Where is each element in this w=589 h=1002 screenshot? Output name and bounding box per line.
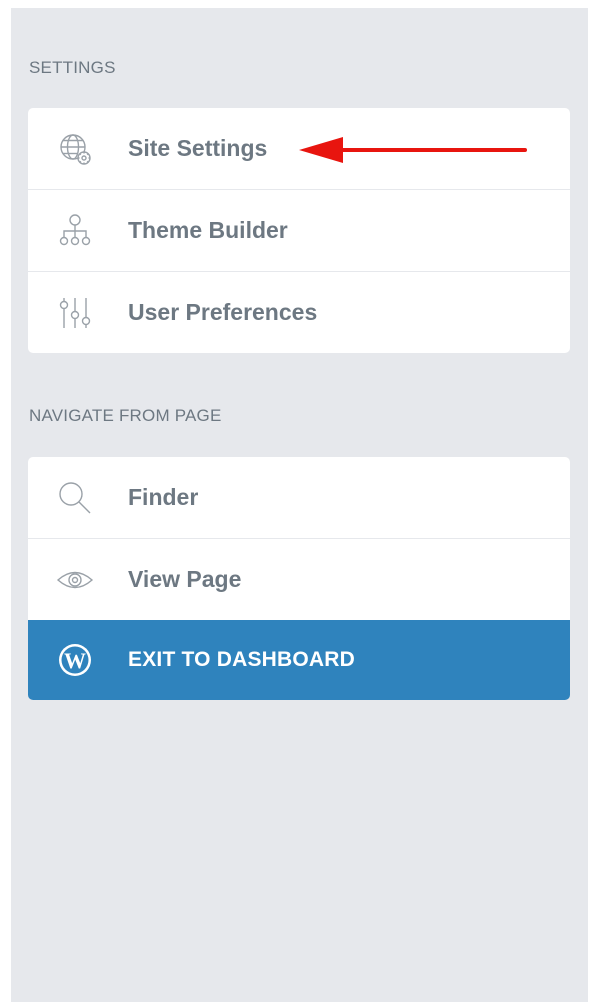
svg-text:W: W (64, 648, 86, 673)
exit-to-dashboard-button[interactable]: W EXIT TO DASHBOARD (28, 620, 570, 700)
eye-icon (55, 560, 95, 600)
menu-item-finder[interactable]: Finder (28, 457, 570, 538)
settings-panel: SETTINGS Site Settings Theme Builder Use… (11, 8, 588, 1002)
wordpress-icon: W (55, 640, 95, 680)
menu-item-view-page[interactable]: View Page (28, 538, 570, 620)
menu-item-theme-builder[interactable]: Theme Builder (28, 189, 570, 271)
menu-item-label: Theme Builder (128, 217, 288, 243)
navigate-section-title: NAVIGATE FROM PAGE (29, 406, 222, 425)
menu-item-label: Finder (128, 484, 199, 510)
menu-item-label: Site Settings (128, 135, 268, 161)
sliders-icon (55, 293, 95, 333)
menu-item-label: EXIT TO DASHBOARD (128, 648, 356, 671)
red-arrow-icon (299, 137, 527, 163)
sitemap-icon (55, 211, 95, 251)
menu-item-label: View Page (128, 566, 242, 592)
search-icon (55, 478, 95, 518)
menu-item-label: User Preferences (128, 299, 318, 325)
navigate-card: Finder View Page W EXIT TO DASHBOARD (28, 457, 570, 700)
settings-section-title: SETTINGS (29, 58, 116, 77)
menu-item-user-preferences[interactable]: User Preferences (28, 271, 570, 353)
globe-gear-icon (55, 129, 95, 169)
